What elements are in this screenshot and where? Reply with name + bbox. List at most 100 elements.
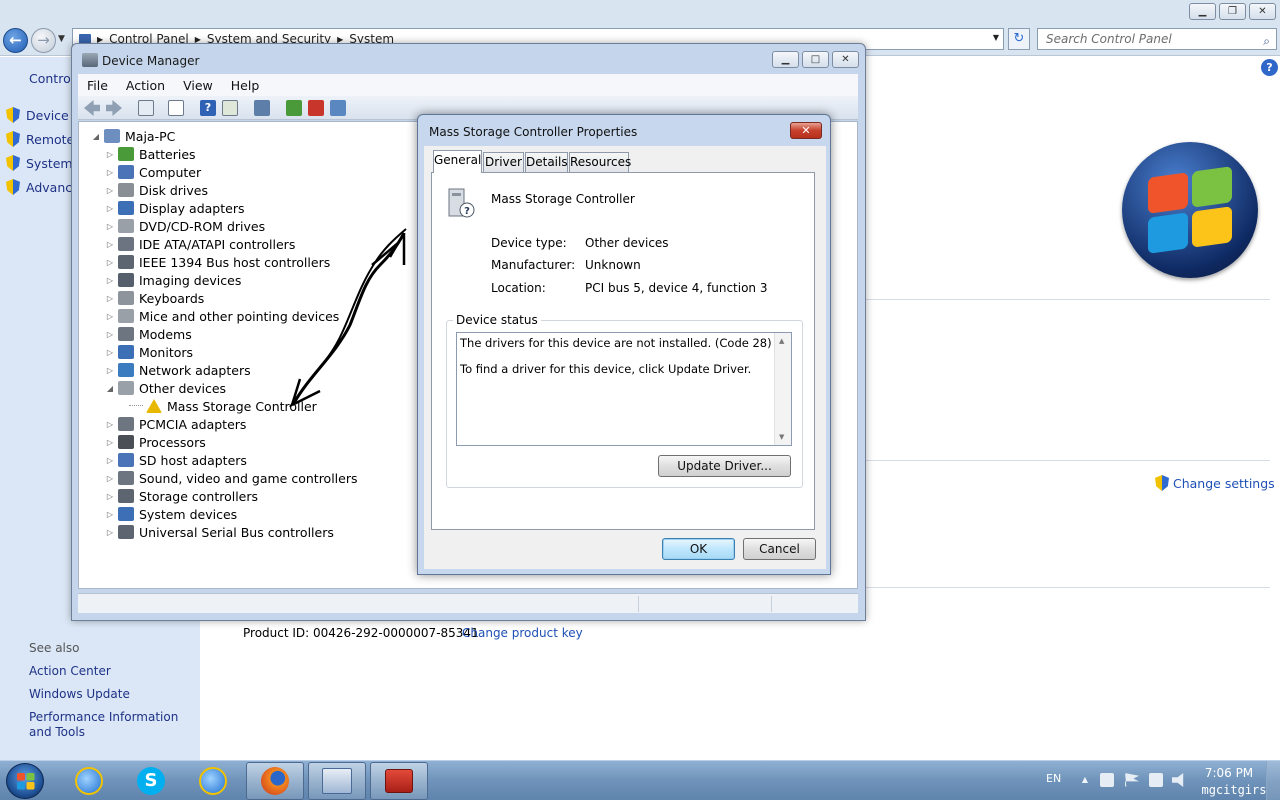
change-product-key-link[interactable]: Change product key (462, 626, 583, 640)
tree-item[interactable]: ▷ Modems (105, 325, 192, 343)
tab-driver[interactable]: Driver (483, 152, 524, 172)
tree-item[interactable]: ▷ Disk drives (105, 181, 208, 199)
volume-icon[interactable] (1172, 773, 1184, 787)
skype-pinned[interactable]: S (122, 762, 180, 800)
windows-update-link[interactable]: Windows Update (29, 687, 199, 702)
help-icon[interactable]: ? (200, 100, 216, 116)
expand-arrow-icon[interactable]: ▷ (105, 348, 115, 357)
show-hide-console-tree-icon[interactable] (138, 100, 154, 116)
expand-arrow-icon[interactable]: ▷ (105, 204, 115, 213)
maximize-button[interactable]: □ (802, 51, 829, 68)
tree-item[interactable]: ▷ Display adapters (105, 199, 245, 217)
expand-arrow-icon[interactable]: ▷ (105, 222, 115, 231)
scrollbar[interactable]: ▲ ▼ (774, 333, 791, 445)
expand-arrow-icon[interactable]: ▷ (105, 186, 115, 195)
performance-info-link[interactable]: Performance Information and Tools (29, 710, 199, 740)
show-desktop-button[interactable] (1266, 761, 1280, 800)
minimize-button[interactable]: ▁ (772, 51, 799, 68)
language-indicator[interactable]: EN (1046, 772, 1061, 785)
expand-arrow-icon[interactable]: ▷ (105, 366, 115, 375)
start-button[interactable] (6, 763, 44, 799)
change-settings-link[interactable]: Change settings (1155, 475, 1275, 491)
tree-item[interactable]: ▷ Computer (105, 163, 201, 181)
help-icon[interactable]: ? (1261, 59, 1278, 76)
forward-arrow-icon[interactable]: → (31, 28, 56, 53)
expand-arrow-icon[interactable]: ▷ (105, 240, 115, 249)
tree-item[interactable]: ▷ Network adapters (105, 361, 251, 379)
expand-arrow-icon[interactable]: ▷ (105, 528, 115, 537)
update-driver-button[interactable]: Update Driver... (658, 455, 791, 477)
restore-button[interactable]: ❐ (1219, 3, 1246, 20)
back-arrow-icon[interactable]: ← (3, 28, 28, 53)
menu-help[interactable]: Help (222, 78, 269, 93)
tree-item[interactable]: ▷ Batteries (105, 145, 196, 163)
expand-arrow-icon[interactable]: ▷ (105, 312, 115, 321)
tree-item[interactable]: ▷ System devices (105, 505, 237, 523)
scan-hardware-icon[interactable] (254, 100, 270, 116)
sidebar-item-remote-settings[interactable]: Remote (6, 131, 74, 147)
expand-arrow-icon[interactable]: ▷ (105, 510, 115, 519)
tree-item[interactable]: ▷ IDE ATA/ATAPI controllers (105, 235, 295, 253)
show-hidden-icons-icon[interactable]: ▲ (1078, 773, 1092, 787)
close-button[interactable]: ✕ (832, 51, 859, 68)
tree-item[interactable]: ▷ DVD/CD-ROM drives (105, 217, 265, 235)
action-center-link[interactable]: Action Center (29, 664, 199, 679)
update-driver-icon[interactable] (286, 100, 302, 116)
search-input[interactable]: Search Control Panel ⌕ (1037, 28, 1277, 50)
sidebar-item-system-protection[interactable]: System (6, 155, 73, 171)
tree-item[interactable]: ▷ Universal Serial Bus controllers (105, 523, 334, 541)
tree-item[interactable]: ▷ Monitors (105, 343, 193, 361)
tab-details[interactable]: Details (525, 152, 568, 172)
internet-explorer-pinned-2[interactable] (184, 762, 242, 800)
expand-arrow-icon[interactable]: ▷ (105, 456, 115, 465)
control-panel-taskbar-button[interactable] (308, 762, 366, 800)
tree-item[interactable]: ▷ Keyboards (105, 289, 204, 307)
firefox-taskbar-button[interactable] (246, 762, 304, 800)
power-icon[interactable] (1149, 773, 1163, 787)
expand-arrow-icon[interactable]: ▷ (105, 420, 115, 429)
enable-device-icon[interactable] (330, 100, 346, 116)
expand-arrow-icon[interactable]: ▷ (105, 258, 115, 267)
tree-item[interactable]: ▷ SD host adapters (105, 451, 247, 469)
search-icon[interactable]: ⌕ (1263, 31, 1270, 51)
menu-view[interactable]: View (174, 78, 222, 93)
show-action-pane-icon[interactable] (222, 100, 238, 116)
cancel-button[interactable]: Cancel (743, 538, 816, 560)
minimize-button[interactable]: ▁ (1189, 3, 1216, 20)
scroll-down-icon[interactable]: ▼ (779, 433, 784, 441)
close-button[interactable]: ✕ (790, 122, 822, 139)
back-icon[interactable] (84, 100, 100, 116)
action-center-flag-icon[interactable] (1125, 773, 1139, 787)
expand-arrow-icon[interactable]: ▷ (105, 168, 115, 177)
clock-time[interactable]: 7:06 PM (1194, 766, 1264, 780)
tree-item[interactable]: ▷ Processors (105, 433, 206, 451)
scroll-up-icon[interactable]: ▲ (779, 337, 784, 345)
tree-item[interactable]: ▷ Imaging devices (105, 271, 241, 289)
collapse-arrow-icon[interactable]: ◢ (105, 384, 115, 393)
device-status-textbox[interactable]: The drivers for this device are not inst… (456, 332, 792, 446)
menu-file[interactable]: File (78, 78, 117, 93)
tab-resources[interactable]: Resources (569, 152, 631, 172)
tree-root[interactable]: ◢ Maja-PC (91, 127, 175, 145)
network-icon[interactable] (1100, 773, 1114, 787)
expand-arrow-icon[interactable]: ▷ (105, 492, 115, 501)
tree-item[interactable]: ▷ PCMCIA adapters (105, 415, 247, 433)
recent-pages-dropdown-icon[interactable]: ▼ (58, 34, 65, 44)
sidebar-item-advanced-settings[interactable]: Advance (6, 179, 80, 195)
collapse-arrow-icon[interactable]: ◢ (91, 132, 101, 141)
close-button[interactable]: ✕ (1249, 3, 1276, 20)
expand-arrow-icon[interactable]: ▷ (105, 276, 115, 285)
tree-item[interactable]: ▷ Sound, video and game controllers (105, 469, 358, 487)
expand-arrow-icon[interactable]: ▷ (105, 330, 115, 339)
properties-icon[interactable] (168, 100, 184, 116)
expand-arrow-icon[interactable]: ▷ (105, 294, 115, 303)
menu-action[interactable]: Action (117, 78, 174, 93)
expand-arrow-icon[interactable]: ▷ (105, 150, 115, 159)
control-panel-home-link[interactable]: Control (29, 71, 74, 86)
refresh-icon[interactable]: ↻ (1008, 28, 1030, 50)
tree-item[interactable]: ◢ Other devices (105, 379, 226, 397)
uninstall-icon[interactable] (308, 100, 324, 116)
internet-explorer-pinned[interactable] (60, 762, 118, 800)
tree-item[interactable]: ▷ Storage controllers (105, 487, 258, 505)
expand-arrow-icon[interactable]: ▷ (105, 474, 115, 483)
